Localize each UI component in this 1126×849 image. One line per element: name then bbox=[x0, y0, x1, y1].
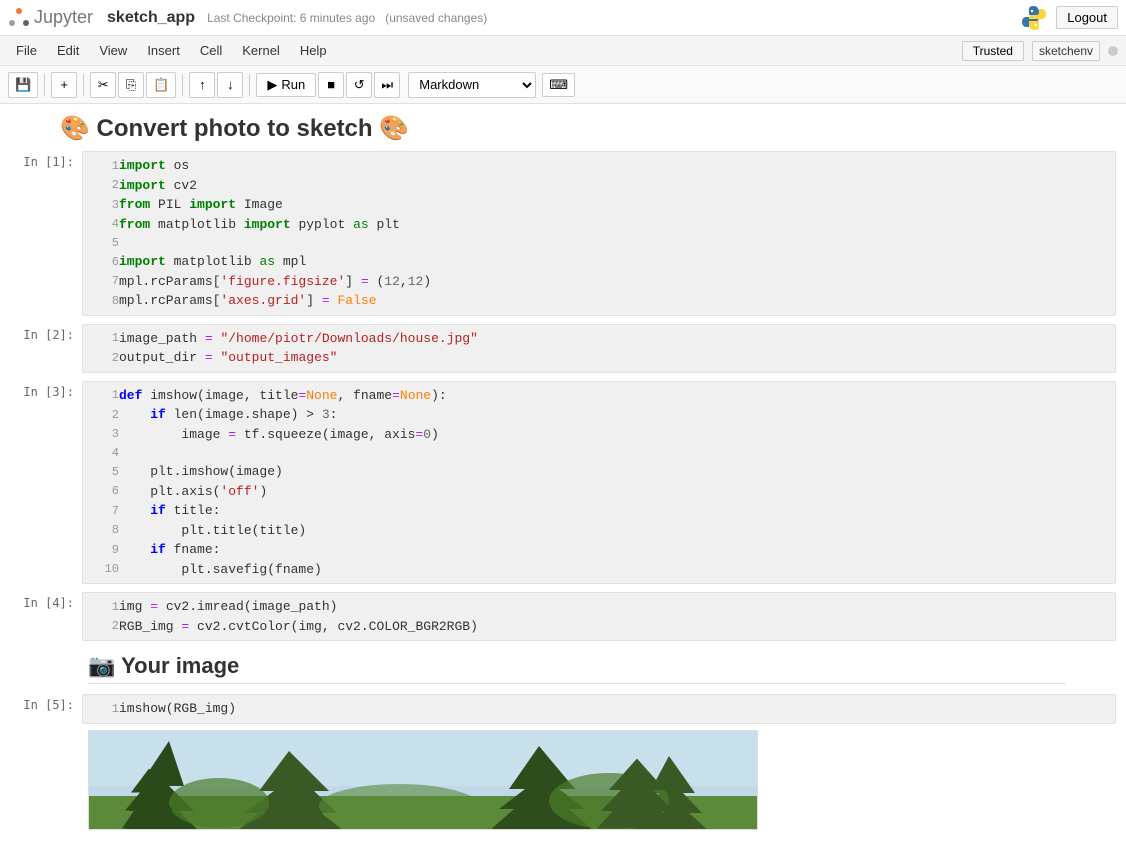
menu-kernel[interactable]: Kernel bbox=[234, 41, 288, 60]
table-row: 8mpl.rcParams['axes.grid'] = False bbox=[89, 291, 1109, 311]
menu-cell[interactable]: Cell bbox=[192, 41, 230, 60]
cell-4-input[interactable]: 1img = cv2.imread(image_path) 2RGB_img =… bbox=[82, 592, 1116, 641]
toolbar-sep-4 bbox=[249, 74, 250, 96]
table-row: 4 bbox=[89, 444, 1109, 462]
section-2-heading: 📷 Your image bbox=[0, 645, 1126, 690]
notebook: 🎨 Convert photo to sketch 🎨 In [1]: 1imp… bbox=[0, 104, 1126, 830]
menu-insert[interactable]: Insert bbox=[139, 41, 188, 60]
titlebar: Jupyter sketch_app Last Checkpoint: 6 mi… bbox=[0, 0, 1126, 36]
table-row: 4from matplotlib import pyplot as plt bbox=[89, 215, 1109, 235]
jupyter-label: Jupyter bbox=[34, 7, 93, 28]
stop-button[interactable]: ■ bbox=[318, 72, 344, 98]
python-logo-icon bbox=[1020, 4, 1048, 32]
table-row: 7 if title: bbox=[89, 501, 1109, 521]
table-row: 3from PIL import Image bbox=[89, 195, 1109, 215]
run-label: Run bbox=[281, 77, 305, 92]
paste-button[interactable]: 📋 bbox=[146, 72, 176, 98]
checkpoint-info: Last Checkpoint: 6 minutes ago (unsaved … bbox=[207, 11, 487, 25]
menu-view[interactable]: View bbox=[91, 41, 135, 60]
output-image bbox=[88, 730, 758, 830]
logout-area: Logout bbox=[1020, 4, 1118, 32]
output-image-svg bbox=[89, 731, 758, 830]
table-row: 5 plt.imshow(image) bbox=[89, 462, 1109, 482]
insert-cell-below-button[interactable]: + bbox=[51, 72, 77, 98]
table-row: 6import matplotlib as mpl bbox=[89, 252, 1109, 272]
cell-5-output bbox=[88, 730, 1116, 830]
toolbar-sep-2 bbox=[83, 74, 84, 96]
cell-5-prompt: In [5]: bbox=[2, 694, 82, 712]
cell-3-prompt: In [3]: bbox=[2, 381, 82, 399]
cut-button[interactable]: ✂ bbox=[90, 72, 116, 98]
cell-4: In [4]: 1img = cv2.imread(image_path) 2R… bbox=[0, 588, 1126, 645]
table-row: 2output_dir = "output_images" bbox=[89, 348, 1109, 368]
kernel-status-dot bbox=[1108, 46, 1118, 56]
toolbar-sep-1 bbox=[44, 74, 45, 96]
toolbar-sep-3 bbox=[182, 74, 183, 96]
table-row: 1img = cv2.imread(image_path) bbox=[89, 597, 1109, 617]
cell-5-input[interactable]: 1 imshow(RGB_img) bbox=[82, 694, 1116, 724]
cell-1-prompt: In [1]: bbox=[2, 151, 82, 169]
cell-type-select[interactable]: Markdown Code Raw NBConvert Heading bbox=[408, 72, 536, 98]
run-icon: ▶ bbox=[267, 77, 277, 93]
cell-4-prompt: In [4]: bbox=[2, 592, 82, 610]
table-row: 1def imshow(image, title=None, fname=Non… bbox=[89, 386, 1109, 406]
trusted-button[interactable]: Trusted bbox=[962, 41, 1024, 61]
table-row: 2RGB_img = cv2.cvtColor(img, cv2.COLOR_B… bbox=[89, 617, 1109, 637]
table-row: 9 if fname: bbox=[89, 540, 1109, 560]
table-row: 5 bbox=[89, 234, 1109, 252]
cell-2: In [2]: 1image_path = "/home/piotr/Downl… bbox=[0, 320, 1126, 377]
menu-help[interactable]: Help bbox=[292, 41, 335, 60]
restart-button[interactable]: ↺ bbox=[346, 72, 372, 98]
toolbar: 💾 + ✂ ⎘ 📋 ↑ ↓ ▶ Run ■ ↺ ⏭ Markdown Code … bbox=[0, 66, 1126, 104]
copy-button[interactable]: ⎘ bbox=[118, 72, 144, 98]
menu-edit[interactable]: Edit bbox=[49, 41, 87, 60]
table-row: 1image_path = "/home/piotr/Downloads/hou… bbox=[89, 329, 1109, 349]
notebook-name: sketch_app bbox=[107, 9, 195, 27]
table-row: 2import cv2 bbox=[89, 176, 1109, 196]
save-button[interactable]: 💾 bbox=[8, 72, 38, 98]
cell-3: In [3]: 1def imshow(image, title=None, f… bbox=[0, 377, 1126, 589]
table-row: 1 imshow(RGB_img) bbox=[89, 699, 1109, 719]
jupyter-logo: Jupyter bbox=[8, 7, 93, 29]
cell-3-input[interactable]: 1def imshow(image, title=None, fname=Non… bbox=[82, 381, 1116, 585]
kernel-name: sketchenv bbox=[1032, 41, 1100, 61]
keyboard-shortcuts-button[interactable]: ⌨ bbox=[542, 73, 575, 97]
move-up-button[interactable]: ↑ bbox=[189, 72, 215, 98]
menu-file[interactable]: File bbox=[8, 41, 45, 60]
cell-1: In [1]: 1import os 2import cv2 3from PIL… bbox=[0, 147, 1126, 320]
table-row: 7mpl.rcParams['figure.figsize'] = (12,12… bbox=[89, 272, 1109, 292]
table-row: 2 if len(image.shape) > 3: bbox=[89, 405, 1109, 425]
menubar: File Edit View Insert Cell Kernel Help T… bbox=[0, 36, 1126, 66]
table-row: 6 plt.axis('off') bbox=[89, 482, 1109, 502]
move-down-button[interactable]: ↓ bbox=[217, 72, 243, 98]
logout-button[interactable]: Logout bbox=[1056, 6, 1118, 29]
cell-2-input[interactable]: 1image_path = "/home/piotr/Downloads/hou… bbox=[82, 324, 1116, 373]
restart-run-button[interactable]: ⏭ bbox=[374, 72, 400, 98]
jupyter-logo-icon bbox=[8, 7, 30, 29]
cell-2-prompt: In [2]: bbox=[2, 324, 82, 342]
table-row: 8 plt.title(title) bbox=[89, 521, 1109, 541]
notebook-title: 🎨 Convert photo to sketch 🎨 bbox=[0, 104, 1126, 147]
cell-1-input[interactable]: 1import os 2import cv2 3from PIL import … bbox=[82, 151, 1116, 316]
table-row: 10 plt.savefig(fname) bbox=[89, 560, 1109, 580]
table-row: 1import os bbox=[89, 156, 1109, 176]
section-2-title: 📷 Your image bbox=[88, 653, 1066, 684]
cell-5: In [5]: 1 imshow(RGB_img) bbox=[0, 690, 1126, 728]
table-row: 3 image = tf.squeeze(image, axis=0) bbox=[89, 425, 1109, 445]
run-button[interactable]: ▶ Run bbox=[256, 73, 316, 97]
